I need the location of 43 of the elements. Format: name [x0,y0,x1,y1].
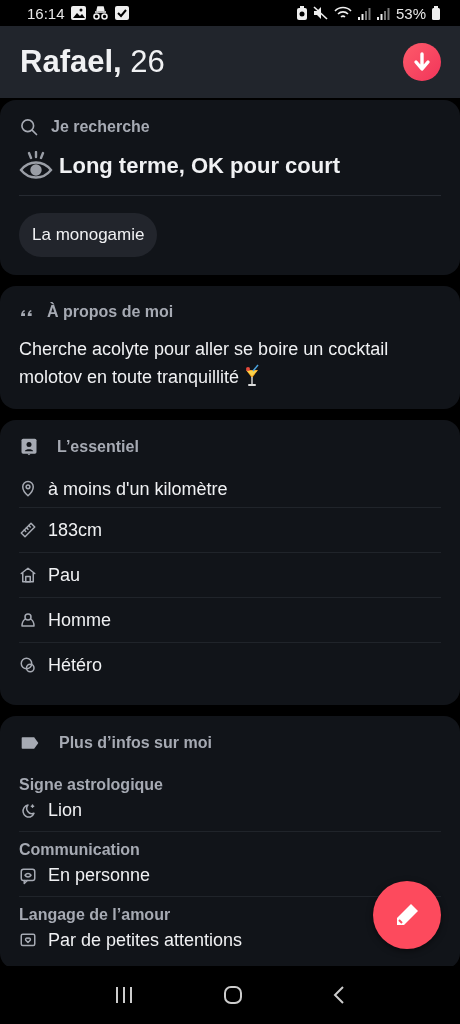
signal-icon [376,6,390,20]
tag-chip: La monogamie [19,213,158,257]
mute-icon [312,6,328,20]
eye-icon [19,151,53,181]
section-title: Je recherche [51,118,150,136]
signal-icon [357,6,371,20]
profile-detail: Pau [48,564,81,586]
incognito-icon [91,6,109,20]
profile-detail: 183cm [48,519,103,541]
battery-percentage: 53% [395,4,426,22]
detail-label: Langage de l’amour [19,906,171,924]
speech-bubble-icon [19,866,37,885]
checkbox-icon [114,6,129,20]
collapse-button[interactable] [403,43,441,81]
relationship-goal: Long terme, OK pour court [59,153,341,179]
section-title: À propos de moi [47,303,174,321]
wifi-icon [333,6,352,20]
section-title: Plus d’infos sur moi [59,734,212,752]
detail-value: Par de petites attentions [48,930,243,951]
detail-value: En personne [48,865,151,886]
house-icon [19,566,37,584]
detail-label: Communication [19,841,140,859]
detail-value: Lion [48,800,83,821]
ruler-icon [19,521,37,539]
image-icon [70,6,86,20]
profile-detail: à moins d'un kilomètre [48,478,228,500]
moon-icon [19,801,37,820]
id-card-icon [19,437,39,457]
location-pin-icon [19,480,37,498]
bio-text: Cherche acolyte pour aller se boire un cocktail molotov en toute tranquillité [19,338,390,390]
cocktail-icon [244,364,261,388]
section-title: L’essentiel [57,438,139,456]
battery-saver-icon [296,6,307,20]
detail-label: Signe astrologique [19,776,163,794]
status-time: 16:14 [27,4,65,22]
search-icon [19,117,39,137]
profile-name-age: Rafael, 26 [20,44,165,80]
profile-detail: Hétéro [48,654,103,676]
battery-icon [432,6,440,20]
person-icon [19,611,37,629]
profile-detail: Homme [48,609,111,631]
arrow-down-icon [413,52,431,72]
rings-icon [19,656,37,674]
